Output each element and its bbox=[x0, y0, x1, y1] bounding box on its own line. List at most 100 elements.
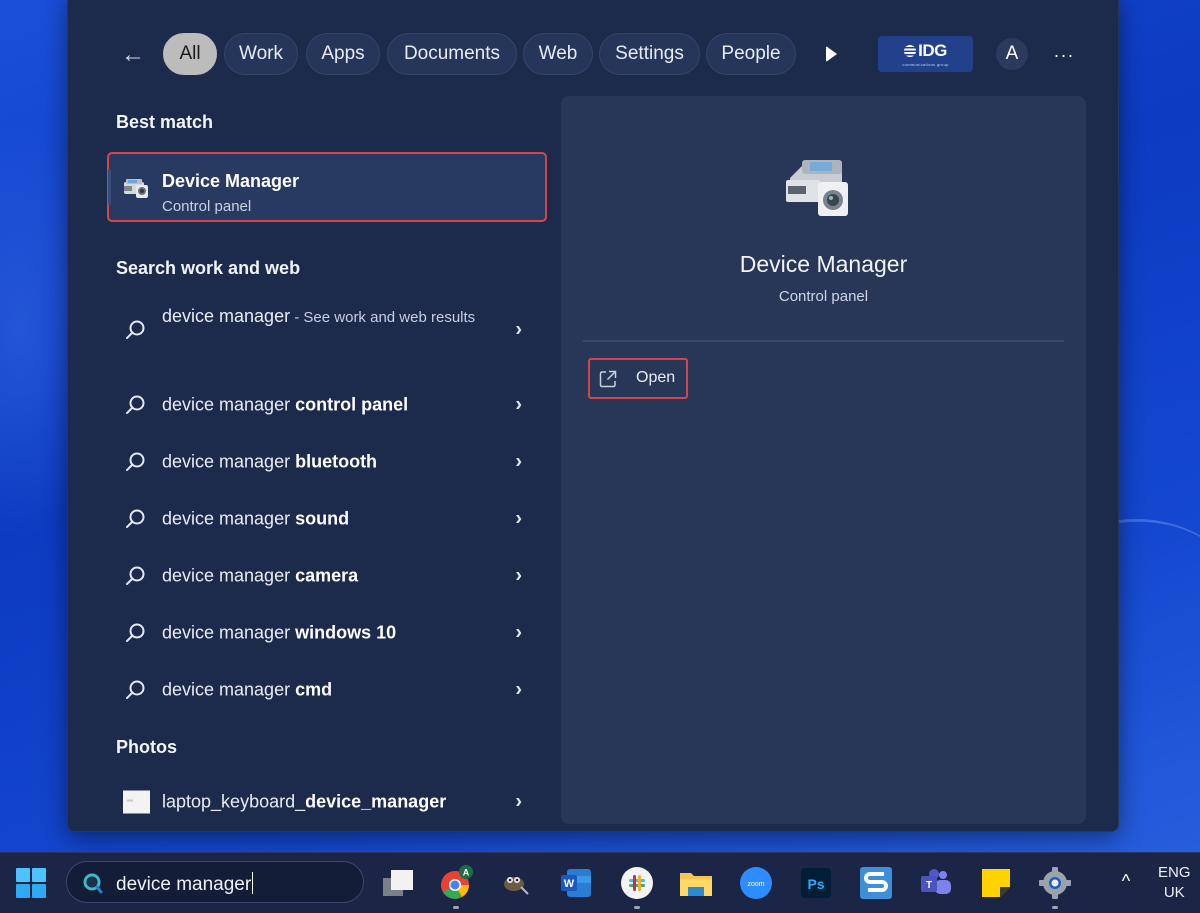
start-button[interactable] bbox=[13, 865, 49, 901]
preview-subtitle: Control panel bbox=[778, 288, 869, 305]
back-button[interactable]: ← bbox=[118, 41, 148, 69]
filter-chip-web[interactable]: Web bbox=[523, 33, 593, 75]
chevron-right-icon: › bbox=[515, 450, 522, 473]
svg-text:T: T bbox=[926, 880, 932, 891]
result-text: device manager cmd bbox=[162, 680, 332, 701]
filter-chip-all[interactable]: All bbox=[163, 33, 217, 75]
open-button[interactable]: Open bbox=[588, 358, 688, 399]
running-indicator bbox=[1052, 906, 1058, 909]
search-result-item[interactable]: device manager bluetooth › bbox=[108, 435, 546, 489]
chevron-right-icon: › bbox=[515, 564, 522, 587]
keyboard-region: UK bbox=[1163, 884, 1185, 901]
search-result-item[interactable]: device manager control panel › bbox=[108, 378, 546, 432]
search-result-item[interactable]: device manager cmd › bbox=[108, 663, 546, 717]
language-code: ENG bbox=[1158, 864, 1191, 881]
search-result-item[interactable]: device manager camera › bbox=[108, 549, 546, 603]
snagit-icon bbox=[860, 867, 892, 899]
result-text: device manager windows 10 bbox=[162, 623, 396, 644]
filter-bar: ← All Work Apps Documents Web Settings P… bbox=[68, 33, 1118, 77]
filter-chip-settings[interactable]: Settings bbox=[599, 33, 700, 75]
taskbar-app-photoshop[interactable]: Ps bbox=[798, 865, 834, 901]
result-text: device manager - See work and web result… bbox=[162, 303, 482, 331]
taskbar-app-zoom[interactable]: zoom bbox=[738, 865, 774, 901]
taskbar-app-chrome[interactable]: A bbox=[438, 865, 474, 909]
selection-accent bbox=[108, 169, 111, 205]
taskbar-app-settings[interactable] bbox=[1037, 865, 1073, 909]
chevron-right-icon: › bbox=[515, 318, 522, 341]
profile-badge: A bbox=[463, 868, 470, 878]
result-hint: - See work and web results bbox=[290, 309, 476, 326]
chevron-right-icon: › bbox=[515, 790, 522, 813]
taskbar-app-sticky-notes[interactable] bbox=[978, 865, 1014, 901]
result-query: device manager bbox=[162, 451, 296, 472]
more-options-icon[interactable]: ··· bbox=[1050, 41, 1078, 69]
chevron-right-icon: › bbox=[515, 507, 522, 530]
search-query-text: device manager bbox=[116, 872, 254, 896]
best-match-title: Device Manager bbox=[162, 171, 300, 191]
device-manager-icon bbox=[121, 176, 151, 207]
search-result-item[interactable]: device manager sound › bbox=[108, 492, 546, 546]
organization-badge[interactable]: IDG communications group bbox=[878, 36, 973, 72]
photo-result-item[interactable]: laptop_keyboard_device_manager › bbox=[108, 775, 546, 829]
result-query: device manager bbox=[162, 565, 296, 586]
result-text: device manager control panel bbox=[162, 395, 408, 416]
taskbar-app-gimp[interactable] bbox=[497, 865, 533, 901]
start-search-panel: ← All Work Apps Documents Web Settings P… bbox=[67, 0, 1119, 832]
show-hidden-icons-chevron-up-icon[interactable]: ^ bbox=[1114, 869, 1138, 893]
input-language-indicator[interactable]: ENG UK bbox=[1158, 863, 1191, 903]
taskbar-app-teams[interactable]: T bbox=[918, 865, 954, 901]
text-caret bbox=[252, 872, 254, 894]
search-icon bbox=[126, 395, 145, 414]
open-label: Open bbox=[636, 369, 676, 386]
taskbar-app-slack[interactable] bbox=[619, 865, 655, 909]
org-logo: IDG bbox=[904, 41, 947, 61]
result-completion: camera bbox=[295, 565, 359, 586]
result-text: device manager bluetooth bbox=[162, 452, 377, 473]
more-filters-play-icon[interactable] bbox=[820, 43, 842, 65]
ps-label: Ps bbox=[807, 876, 824, 892]
chevron-right-icon: › bbox=[515, 621, 522, 644]
taskbar-app-snagit[interactable] bbox=[858, 865, 894, 901]
search-icon bbox=[126, 509, 145, 528]
photos-heading: Photos bbox=[116, 737, 177, 757]
result-completion: sound bbox=[295, 508, 350, 529]
running-indicator bbox=[453, 906, 459, 909]
search-result-item[interactable]: device manager - See work and web result… bbox=[108, 295, 546, 365]
taskbar-app-task-view[interactable] bbox=[380, 865, 416, 901]
result-query: device manager bbox=[162, 394, 296, 415]
gimp-icon bbox=[504, 877, 529, 895]
photoshop-icon: Ps bbox=[801, 868, 831, 898]
result-text: device manager sound bbox=[162, 509, 349, 530]
photo-name-match: device_manager bbox=[305, 791, 447, 812]
photo-thumbnail bbox=[123, 790, 150, 814]
result-query: device manager bbox=[162, 679, 296, 700]
filter-chip-apps[interactable]: Apps bbox=[306, 33, 380, 75]
taskbar-search-input[interactable]: device manager bbox=[66, 861, 364, 903]
result-text: device manager camera bbox=[162, 566, 358, 587]
filter-chip-work[interactable]: Work bbox=[224, 33, 298, 75]
filter-chip-documents[interactable]: Documents bbox=[387, 33, 517, 75]
taskbar-app-word[interactable]: W bbox=[558, 865, 594, 901]
search-result-item[interactable]: device manager windows 10 › bbox=[108, 606, 546, 660]
windows-logo-icon bbox=[16, 868, 46, 898]
zoom-label: zoom bbox=[747, 881, 764, 888]
chrome-icon: A bbox=[441, 865, 473, 899]
org-tagline: communications group bbox=[902, 62, 949, 67]
search-value: device manager bbox=[116, 874, 252, 895]
photo-name: laptop_keyboard_device_manager bbox=[162, 792, 446, 813]
account-avatar[interactable]: A bbox=[996, 38, 1028, 70]
filter-chip-people[interactable]: People bbox=[706, 33, 796, 75]
photo-name-prefix: laptop_keyboard_ bbox=[162, 791, 306, 812]
divider bbox=[583, 340, 1064, 342]
chevron-right-icon: › bbox=[515, 678, 522, 701]
word-icon: W bbox=[561, 869, 591, 897]
search-icon bbox=[126, 320, 145, 339]
taskbar-app-file-explorer[interactable] bbox=[678, 865, 714, 901]
globe-icon bbox=[904, 45, 917, 57]
result-completion: cmd bbox=[295, 679, 333, 700]
best-match-result[interactable]: Device Manager Control panel bbox=[107, 152, 547, 222]
folder-icon bbox=[680, 873, 712, 896]
preview-title: Device Manager bbox=[739, 251, 908, 277]
org-logo-text: IDG bbox=[918, 41, 947, 60]
device-manager-large-icon bbox=[780, 156, 860, 227]
